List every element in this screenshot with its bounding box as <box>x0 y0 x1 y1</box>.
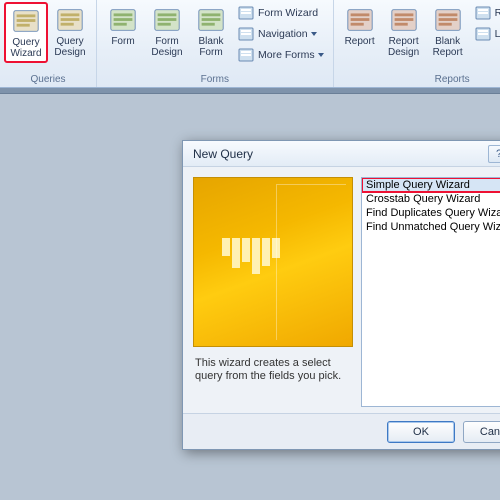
group-title: Forms <box>101 73 329 86</box>
query-wizard-icon <box>11 6 41 36</box>
ribbon: QueryWizard QueryDesign Queries Form FormDes… <box>0 0 500 88</box>
query-wizard-button[interactable]: QueryWizard <box>4 2 48 63</box>
query-design-icon <box>55 5 85 35</box>
blank-form-label: BlankForm <box>198 36 223 58</box>
labels-label: Labels <box>495 28 500 40</box>
wizard-list-item[interactable]: Crosstab Query Wizard <box>362 192 500 206</box>
dialog-help-button[interactable]: ? <box>488 145 500 163</box>
preview-image <box>193 177 353 347</box>
ribbon-group-reports: Report ReportDesign BlankReport Report Wiza… <box>334 0 500 87</box>
blank-form-icon <box>196 5 226 35</box>
wizard-list-item[interactable]: Find Duplicates Query Wizard <box>362 206 500 220</box>
form-wizard-button[interactable]: Form Wizard <box>233 2 329 23</box>
dropdown-caret-icon <box>311 32 317 36</box>
preview-column: This wizard creates a select query from … <box>193 177 353 407</box>
form-label: Form <box>111 36 134 47</box>
query-design-button[interactable]: QueryDesign <box>48 2 92 61</box>
report-wizard-label: Report Wizard <box>495 7 500 19</box>
blank-report-label: BlankReport <box>433 36 463 58</box>
navigation-button[interactable]: Navigation <box>233 23 329 44</box>
blank-report-icon <box>433 5 463 35</box>
cancel-button[interactable]: Cancel <box>463 421 500 443</box>
more-forms-icon <box>238 47 254 63</box>
form-design-icon <box>152 5 182 35</box>
report-design-button[interactable]: ReportDesign <box>382 2 426 61</box>
workspace-top-border <box>0 88 500 94</box>
more-forms-button[interactable]: More Forms <box>233 44 329 65</box>
form-wizard-icon <box>238 5 254 21</box>
form-button[interactable]: Form <box>101 2 145 50</box>
report-wizard-icon <box>475 5 491 21</box>
report-design-label: ReportDesign <box>388 36 419 58</box>
blank-report-button[interactable]: BlankReport <box>426 2 470 61</box>
group-title: Queries <box>4 73 92 86</box>
form-icon <box>108 5 138 35</box>
form-wizard-label: Form Wizard <box>258 7 318 19</box>
dialog-footer: OK Cancel <box>183 413 500 449</box>
form-design-button[interactable]: FormDesign <box>145 2 189 61</box>
form-design-label: FormDesign <box>151 36 182 58</box>
navigation-label: Navigation <box>258 28 308 40</box>
dropdown-caret-icon <box>318 53 324 57</box>
report-button[interactable]: Report <box>338 2 382 50</box>
dialog-titlebar: New Query ? ✕ <box>183 141 500 167</box>
preview-description: This wizard creates a select query from … <box>193 347 353 383</box>
dialog-body: This wizard creates a select query from … <box>183 167 500 413</box>
labels-button[interactable]: Labels <box>470 23 500 44</box>
navigation-icon <box>238 26 254 42</box>
report-wizard-button[interactable]: Report Wizard <box>470 2 500 23</box>
ribbon-group-queries: QueryWizard QueryDesign Queries <box>0 0 97 87</box>
group-title: Reports <box>338 73 500 86</box>
report-icon <box>345 5 375 35</box>
more-forms-label: More Forms <box>258 49 315 61</box>
report-design-icon <box>389 5 419 35</box>
blank-form-button[interactable]: BlankForm <box>189 2 233 61</box>
query-wizard-label: QueryWizard <box>10 37 41 59</box>
dialog-title: New Query <box>193 147 485 161</box>
wizard-list[interactable]: Simple Query WizardCrosstab Query Wizard… <box>361 177 500 407</box>
report-label: Report <box>345 36 375 47</box>
new-query-dialog: New Query ? ✕ This wizard creates a sele… <box>182 140 500 450</box>
labels-icon <box>475 26 491 42</box>
ok-button[interactable]: OK <box>387 421 455 443</box>
wizard-list-item[interactable]: Simple Query Wizard <box>362 178 500 192</box>
query-design-label: QueryDesign <box>54 36 85 58</box>
ribbon-group-forms: Form FormDesign BlankForm Form Wizard Naviga… <box>97 0 334 87</box>
wizard-list-item[interactable]: Find Unmatched Query Wizard <box>362 220 500 234</box>
